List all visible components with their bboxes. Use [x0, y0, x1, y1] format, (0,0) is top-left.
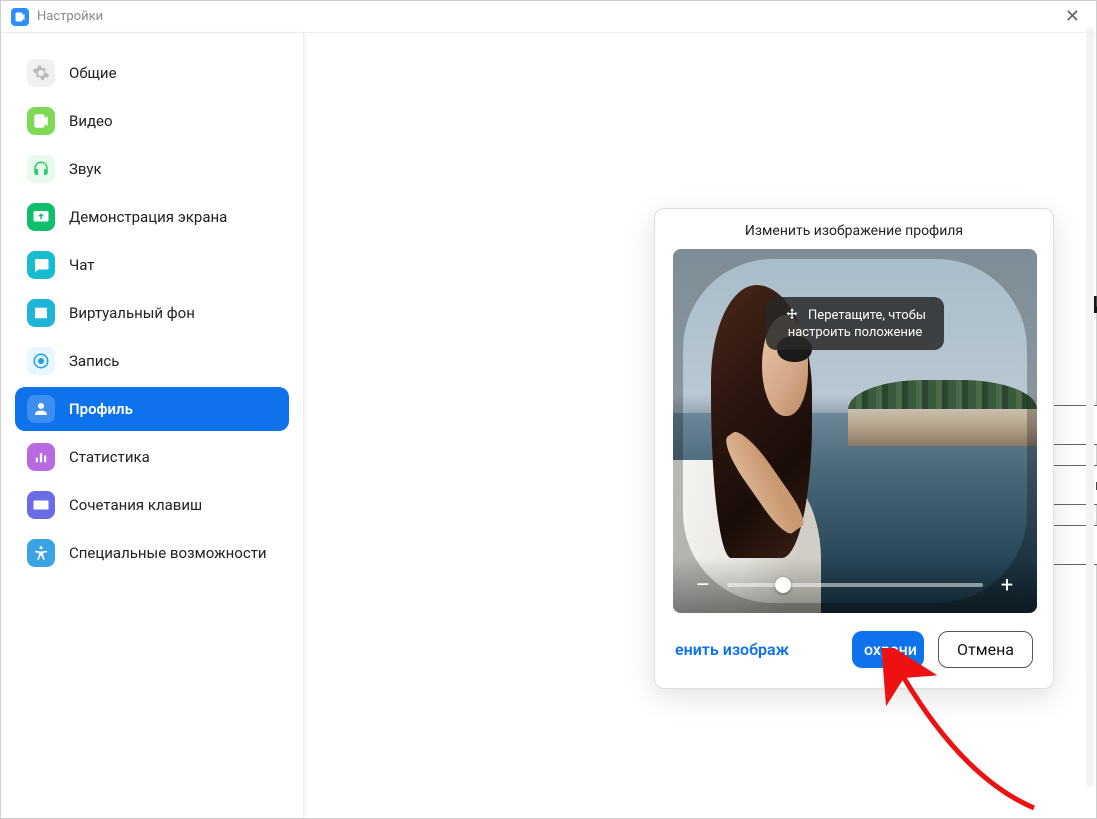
record-icon [27, 347, 55, 375]
change-image-link[interactable]: енить изображ [675, 640, 789, 659]
sidebar-item-label: Запись [69, 352, 119, 370]
sidebar-item-label: Статистика [69, 448, 150, 466]
sidebar-item-general[interactable]: Общие [15, 51, 289, 95]
sidebar-item-label: Видео [69, 112, 113, 130]
content-area: икина филь льной версии е функции Измени… [304, 33, 1096, 818]
sidebar: Общие Видео Звук Демонстрация экрана [1, 33, 304, 818]
zoom-slider-thumb[interactable] [775, 577, 791, 593]
change-profile-image-modal: Изменить изображение профиля [654, 208, 1054, 689]
tooltip-line1: Перетащите, чтобы [808, 308, 926, 323]
sidebar-item-label: Чат [69, 256, 95, 274]
share-screen-icon [27, 203, 55, 231]
tooltip-line2: настроить положение [788, 325, 923, 340]
zoom-slider[interactable] [727, 583, 983, 587]
sidebar-item-label: Виртуальный фон [69, 304, 195, 322]
sidebar-item-virtual-background[interactable]: Виртуальный фон [15, 291, 289, 335]
save-button[interactable]: охрани [852, 631, 924, 668]
zoom-slider-bar: – + [673, 557, 1037, 613]
gear-icon [27, 59, 55, 87]
zoom-in-button[interactable]: + [997, 573, 1017, 598]
chat-icon [27, 251, 55, 279]
scrollbar[interactable] [1086, 27, 1094, 787]
sidebar-item-shortcuts[interactable]: Сочетания клавиш [15, 483, 289, 527]
cancel-button[interactable]: Отмена [938, 631, 1033, 668]
sidebar-item-label: Общие [69, 64, 117, 82]
sidebar-item-accessibility[interactable]: Специальные возможности [15, 531, 289, 575]
accessibility-icon [27, 539, 55, 567]
window-title: Настройки [37, 9, 103, 24]
titlebar: Настройки ✕ [1, 1, 1096, 33]
sidebar-item-statistics[interactable]: Статистика [15, 435, 289, 479]
sidebar-item-audio[interactable]: Звук [15, 147, 289, 191]
image-crop-area[interactable]: Перетащите, чтобы настроить положение – … [673, 249, 1037, 613]
profile-icon [27, 395, 55, 423]
sidebar-item-label: Демонстрация экрана [69, 208, 227, 226]
video-icon [27, 107, 55, 135]
sidebar-item-label: Профиль [69, 400, 133, 418]
settings-window: Настройки ✕ Общие Видео Звук [0, 0, 1097, 819]
headphones-icon [27, 155, 55, 183]
drag-tooltip: Перетащите, чтобы настроить положение [766, 297, 944, 350]
virtual-bg-icon [27, 299, 55, 327]
sidebar-item-recording[interactable]: Запись [15, 339, 289, 383]
sidebar-item-label: Сочетания клавиш [69, 496, 202, 514]
modal-title: Изменить изображение профиля [655, 209, 1053, 249]
keyboard-icon [27, 491, 55, 519]
zoom-out-button[interactable]: – [693, 573, 713, 598]
window-close-button[interactable]: ✕ [1059, 4, 1086, 29]
app-icon [11, 8, 29, 26]
sidebar-item-profile[interactable]: Профиль [15, 387, 289, 431]
sidebar-item-video[interactable]: Видео [15, 99, 289, 143]
sidebar-item-label: Звук [69, 160, 102, 178]
stats-icon [27, 443, 55, 471]
sidebar-item-chat[interactable]: Чат [15, 243, 289, 287]
move-icon [784, 307, 800, 323]
sidebar-item-label: Специальные возможности [69, 544, 267, 562]
sidebar-item-share-screen[interactable]: Демонстрация экрана [15, 195, 289, 239]
modal-actions: енить изображ охрани Отмена [655, 613, 1053, 688]
